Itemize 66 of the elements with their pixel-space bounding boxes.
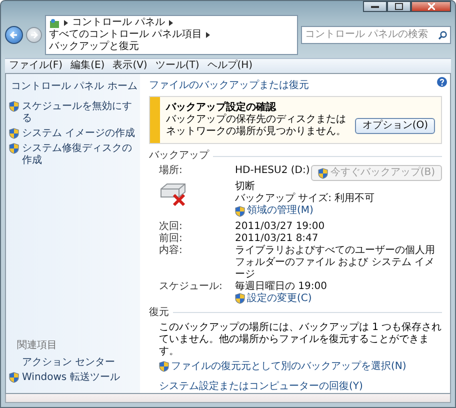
menu-item[interactable]: 編集(E)	[70, 60, 105, 72]
menu-item[interactable]: ツール(T)	[155, 60, 200, 72]
breadcrumb-item[interactable]: コントロール パネル	[72, 17, 166, 29]
shield-icon	[9, 372, 19, 383]
breadcrumb-item[interactable]: バックアップと復元	[49, 41, 139, 53]
location-text: 切断	[235, 181, 256, 193]
address-bar[interactable]: コントロール パネル すべてのコントロール パネル項目 バックアップと復元	[45, 15, 298, 55]
manage-space-link[interactable]: 領域の管理(M)	[235, 205, 314, 217]
field-label: 場所:	[159, 165, 184, 177]
chevron-icon	[169, 20, 174, 26]
change-settings-link[interactable]: 設定の変更(C)	[235, 292, 442, 304]
field-value: 2011/03/27 19:00	[235, 220, 326, 232]
chevron-icon	[206, 32, 210, 38]
warning-stripe	[150, 97, 160, 143]
menu-item[interactable]: ヘルプ(H)	[207, 60, 253, 72]
shield-icon	[9, 143, 19, 154]
restore-link[interactable]: ファイルの復元元として別のバックアップを選択(N)	[159, 360, 406, 372]
maximize-button[interactable]	[387, 1, 411, 12]
alert-title: バックアップ設定の確認	[166, 102, 278, 114]
sidebar-link[interactable]: スケジュールを無効にする	[9, 101, 138, 125]
sidebar-link[interactable]: システム イメージの作成	[9, 128, 138, 140]
sidebar-home-link[interactable]: コントロール パネル ホーム	[9, 81, 138, 93]
back-button[interactable]	[5, 26, 23, 44]
forward-button[interactable]	[26, 27, 42, 43]
page-title: ファイルのバックアップまたは復元	[149, 80, 310, 92]
backup-now-button: 今すぐバックアップ(B)	[311, 165, 442, 181]
control-panel-icon	[49, 18, 60, 28]
menu-item[interactable]: 表示(V)	[112, 60, 148, 72]
restore-message: このバックアップの場所には、バックアップは 1 つも保存されていません。他の場所からファイルを復元することができます。	[158, 322, 442, 358]
sidebar-link[interactable]: Windows 転送ツール	[9, 372, 138, 384]
close-icon	[428, 3, 434, 10]
shield-icon	[318, 168, 328, 178]
section-heading: 復元	[149, 306, 169, 318]
section-heading: バックアップ	[149, 150, 209, 162]
field-label: 次回:	[159, 220, 184, 232]
field-label: 前回:	[159, 232, 184, 244]
minimize-button[interactable]	[363, 1, 387, 12]
restore-link[interactable]: システム設定またはコンピューターの回復(Y)	[159, 381, 363, 393]
menu-item[interactable]: ファイル(F)	[9, 60, 63, 72]
breadcrumb-item[interactable]: すべてのコントロール パネル項目	[49, 29, 202, 41]
shield-icon	[159, 361, 169, 372]
help-icon[interactable]	[437, 77, 447, 87]
search-icon	[438, 30, 447, 40]
field-value: 2011/03/21 8:47	[235, 232, 320, 244]
search-field[interactable]: コントロール パネルの検索	[301, 26, 451, 44]
field-label: 内容:	[159, 244, 184, 258]
shield-icon	[235, 206, 245, 216]
field-label: スケジュール:	[159, 280, 224, 292]
sidebar-link[interactable]: システム修復ディスクの作成	[9, 143, 138, 167]
field-value: ライブラリおよびすべてのユーザーの個人用フォルダーのファイル および システム イメージ	[235, 244, 436, 280]
sidebar-link[interactable]: アクション センター	[9, 357, 138, 369]
shield-icon	[235, 293, 245, 304]
arrow-right-icon	[30, 31, 38, 39]
close-button[interactable]	[411, 1, 451, 12]
shield-icon	[9, 101, 19, 112]
maximize-icon	[395, 3, 403, 10]
location-text: HD-HESU2 (D:)	[235, 165, 311, 177]
location-text: バックアップ サイズ: 利用不可	[235, 193, 376, 204]
alert-message: バックアップの保存先のディスクまたはネットワークの場所が見つかりません。	[166, 114, 347, 138]
options-button[interactable]: オプション(O)	[355, 118, 435, 134]
minimize-icon	[371, 5, 379, 8]
field-value: 毎週日曜日の 19:00	[235, 280, 328, 292]
sidebar-heading: 関連項目	[17, 340, 58, 352]
shield-icon	[9, 128, 19, 139]
chevron-icon	[64, 20, 68, 26]
arrow-left-icon	[9, 30, 19, 40]
